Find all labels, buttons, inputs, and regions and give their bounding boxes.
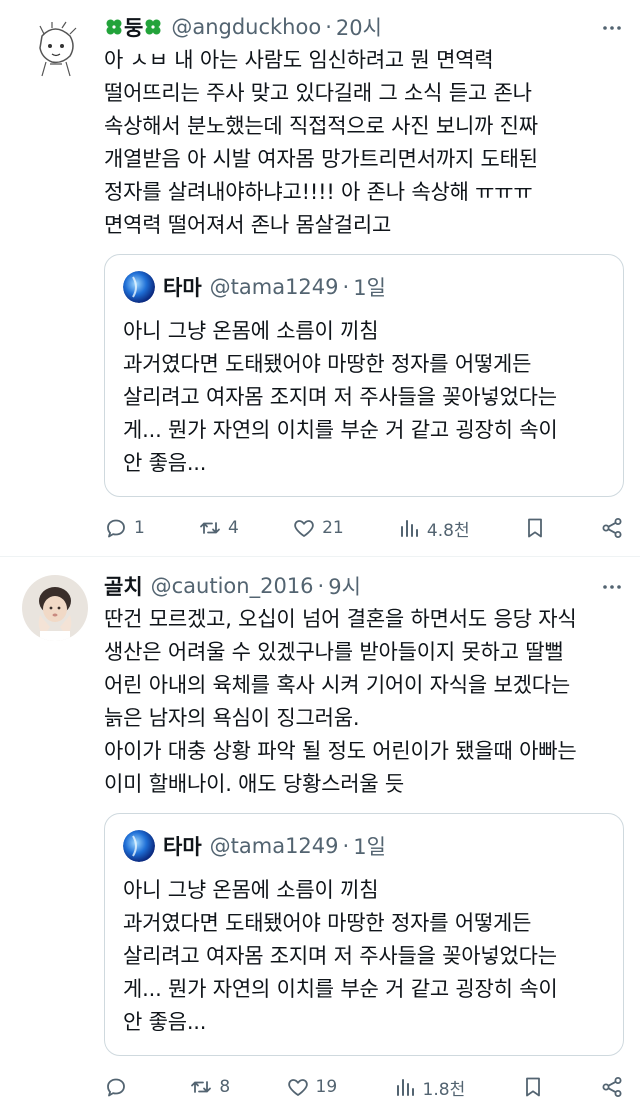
user-handle[interactable]: @angduckhoo (171, 15, 321, 39)
user-handle[interactable]: @caution_2016 (151, 574, 314, 598)
share-button[interactable] (600, 1075, 624, 1099)
tweet-header: 골치 @caution_2016 · 9시 (104, 571, 624, 601)
reply-button[interactable]: 1 (104, 516, 145, 540)
bookmark-icon (525, 1077, 540, 1097)
views-button[interactable]: 1.8천 (393, 1075, 466, 1100)
share-icon (602, 518, 622, 538)
quote-tweet[interactable]: 타마 @tama1249 · 1일 아니 그냥 온몸에 소름이 끼침 과거였다면… (104, 254, 624, 497)
like-icon (294, 520, 314, 537)
tweet-header: 둥 @angduckhoo · 20시 (104, 12, 624, 42)
clover-icon (106, 19, 122, 35)
tweet[interactable]: 골치 @caution_2016 · 9시 딴건 모르겠고, 오십이 넘어 결혼… (0, 557, 640, 1117)
timestamp[interactable]: 20시 (336, 12, 382, 42)
separator-dot: · (325, 15, 332, 39)
quote-avatar[interactable] (123, 271, 155, 303)
quote-text: 아니 그냥 온몸에 소름이 끼침 과거였다면 도태됐어야 마땅한 정자를 어떻게… (123, 319, 558, 475)
avatar-drawing-icon (22, 16, 88, 82)
avatar[interactable] (22, 575, 88, 641)
tweet-text: 딴건 모르겠고, 오십이 넘어 결혼을 하면서도 응당 자식 생산은 어려울 수… (104, 607, 577, 796)
quote-display-name[interactable]: 타마 (163, 272, 202, 302)
bookmark-icon (527, 518, 542, 538)
quote-text: 아니 그냥 온몸에 소름이 끼침 과거였다면 도태됐어야 마땅한 정자를 어떻게… (123, 878, 558, 1034)
quote-header: 타마 @tama1249 · 1일 (123, 269, 605, 305)
more-icon[interactable] (600, 16, 624, 40)
bookmark-button[interactable] (523, 516, 547, 540)
avatar[interactable] (22, 16, 88, 82)
like-count: 21 (322, 518, 344, 538)
share-button[interactable] (600, 516, 624, 540)
like-count: 19 (315, 1077, 338, 1097)
avatar-photo-icon (22, 575, 88, 641)
views-icon (400, 520, 418, 537)
retweet-icon (191, 1081, 212, 1093)
views-button[interactable]: 4.8천 (397, 516, 470, 541)
quote-tweet[interactable]: 타마 @tama1249 · 1일 아니 그냥 온몸에 소름이 끼침 과거였다면… (104, 813, 624, 1056)
views-icon (396, 1079, 414, 1096)
more-icon[interactable] (600, 575, 624, 599)
quote-timestamp[interactable]: 1일 (353, 831, 386, 861)
retweet-count: 4 (228, 518, 239, 538)
separator-dot: · (342, 275, 350, 299)
action-bar: 8 19 1.8천 (104, 1067, 624, 1107)
display-name[interactable]: 둥 (124, 12, 143, 42)
retweet-button[interactable]: 4 (198, 516, 239, 540)
action-bar: 1 4 21 4.8천 (104, 508, 624, 548)
retweet-icon (200, 522, 220, 534)
views-count: 4.8천 (426, 520, 470, 541)
quote-avatar[interactable] (123, 830, 155, 862)
share-icon (602, 1077, 622, 1097)
retweet-button[interactable]: 8 (189, 1075, 230, 1099)
separator-dot: · (342, 834, 350, 858)
reply-count: 1 (134, 518, 145, 538)
quote-display-name[interactable]: 타마 (163, 831, 202, 861)
retweet-count: 8 (219, 1077, 231, 1097)
reply-icon (107, 519, 125, 538)
like-button[interactable]: 19 (286, 1075, 338, 1099)
quote-user-handle[interactable]: @tama1249 (210, 834, 339, 858)
quote-timestamp[interactable]: 1일 (353, 272, 386, 302)
display-name[interactable]: 골치 (104, 571, 143, 601)
bookmark-button[interactable] (521, 1075, 545, 1099)
tweet[interactable]: 둥 @angduckhoo · 20시 아 ㅅㅂ 내 아는 사람도 임신하려고 … (0, 0, 640, 556)
reply-button[interactable] (104, 1075, 134, 1099)
views-count: 1.8천 (422, 1079, 466, 1100)
quote-user-handle[interactable]: @tama1249 (210, 275, 339, 299)
like-icon (287, 1079, 308, 1096)
timestamp[interactable]: 9시 (328, 571, 361, 601)
tweet-text: 아 ㅅㅂ 내 아는 사람도 임신하려고 뭔 면역력 떨어뜨리는 주사 맞고 있다… (104, 48, 538, 237)
separator-dot: · (317, 574, 325, 598)
reply-icon (107, 1078, 125, 1097)
like-button[interactable]: 21 (292, 516, 344, 540)
clover-icon (145, 19, 161, 35)
quote-header: 타마 @tama1249 · 1일 (123, 828, 605, 864)
